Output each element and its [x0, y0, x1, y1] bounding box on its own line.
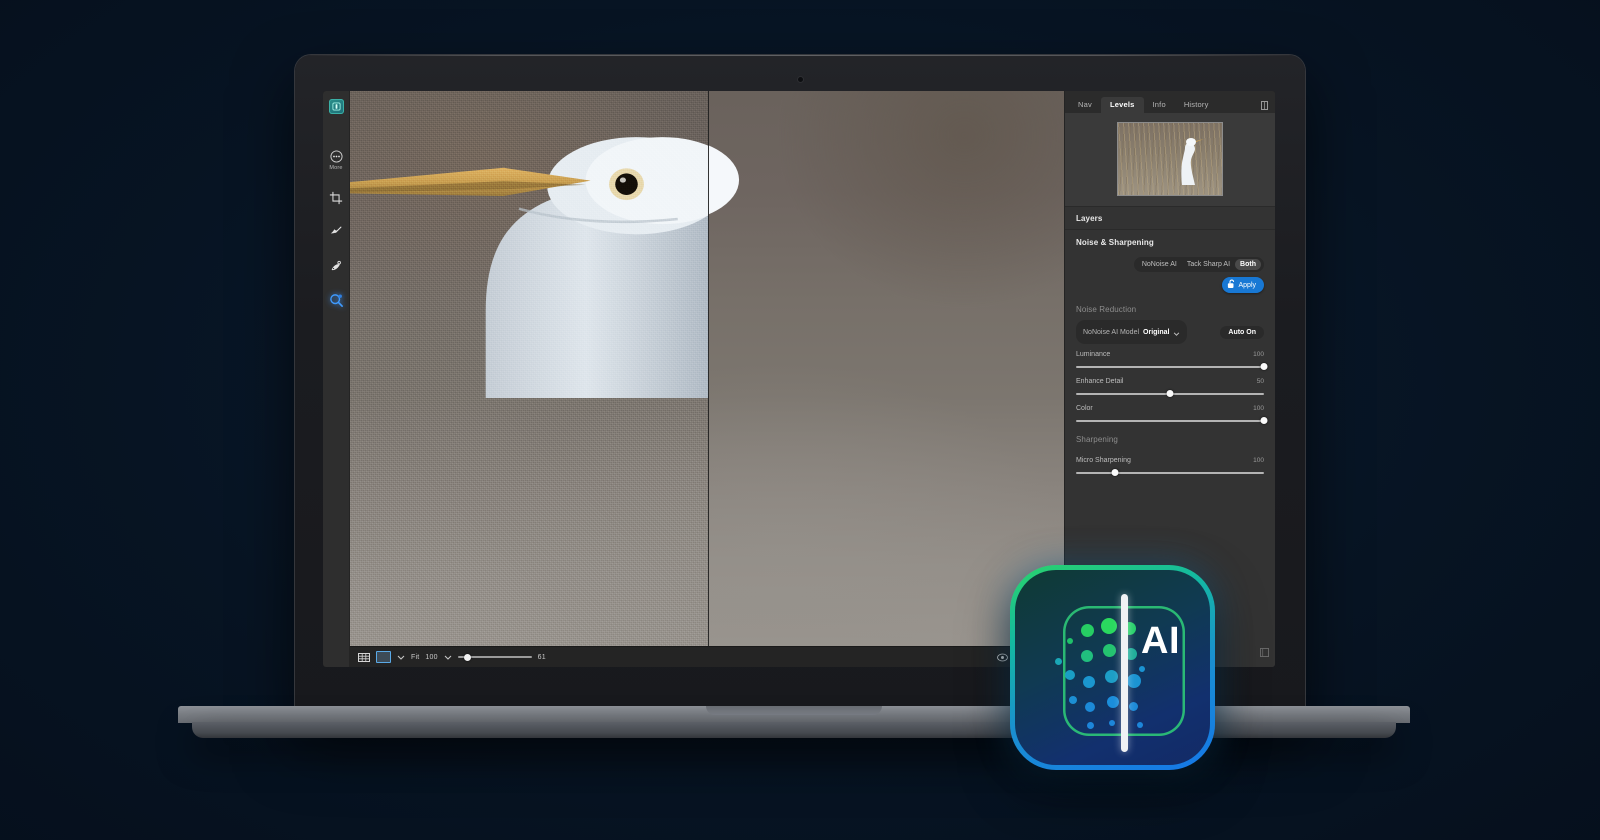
- tool-stamp[interactable]: [324, 259, 348, 273]
- app-icon-inner: AI: [1015, 570, 1210, 765]
- zoom-slider[interactable]: [457, 652, 532, 662]
- sharpening-header: Sharpening: [1076, 435, 1118, 444]
- base-bottom-edge: [192, 722, 1396, 738]
- segment-both[interactable]: Both: [1235, 259, 1261, 270]
- slider-micro-sharpening-track[interactable]: [1076, 468, 1264, 477]
- laptop-base: [178, 706, 1410, 742]
- model-label: NoNoise AI Model: [1083, 328, 1140, 336]
- single-view-icon[interactable]: [376, 651, 391, 663]
- webcam-icon: [797, 77, 803, 82]
- zoom-value[interactable]: 100: [425, 654, 437, 661]
- stamp-icon: [329, 259, 343, 273]
- canvas-half-before: [350, 91, 709, 646]
- heal-brush-icon: [329, 225, 343, 239]
- slider-color-track[interactable]: [1076, 416, 1268, 425]
- tab-nav[interactable]: Nav: [1069, 97, 1101, 113]
- tool-more-label: More: [329, 165, 343, 171]
- zoom-chevron-down-icon[interactable]: [444, 655, 452, 660]
- noise-reduction-header: Noise Reduction: [1076, 305, 1137, 314]
- layers-section-header[interactable]: Layers: [1065, 206, 1275, 230]
- resize-handle-icon[interactable]: [1260, 644, 1269, 662]
- unlock-icon: [1227, 279, 1236, 291]
- slider-micro-sharpening: Micro Sharpening 100: [1065, 450, 1275, 477]
- tool-rail: More: [323, 91, 350, 667]
- base-notch: [706, 706, 882, 715]
- scene-background: More Fit 100 61 Nav Levels Info History …: [0, 0, 1600, 840]
- crop-icon: [329, 191, 343, 205]
- slider-enhance-detail-label: Enhance Detail: [1076, 378, 1124, 385]
- tool-crop[interactable]: [324, 191, 348, 205]
- tab-levels[interactable]: Levels: [1100, 97, 1144, 113]
- app-icon-badge: AI: [1010, 565, 1215, 770]
- slider-color-value: 100: [1253, 405, 1264, 412]
- apply-label: Apply: [1238, 281, 1256, 289]
- slider-luminance: Luminance 100: [1065, 344, 1275, 371]
- segment-nonoise-ai[interactable]: NoNoise AI: [1137, 259, 1182, 270]
- thumbnail-egret-icon: [1181, 138, 1204, 185]
- model-value: Original: [1143, 328, 1170, 336]
- slider-enhance-detail: Enhance Detail 50: [1065, 371, 1275, 398]
- app-icon-divider: [1121, 594, 1128, 752]
- view-chevron-down-icon[interactable]: [397, 655, 405, 660]
- slider-luminance-value: 100: [1253, 351, 1264, 358]
- mode-segmented-control: NoNoise AI Tack Sharp AI Both: [1133, 257, 1264, 272]
- canvas-half-after: [708, 91, 1064, 646]
- noise-sharpening-module: Noise & Sharpening NoNoise AI Tack Sharp…: [1065, 230, 1275, 295]
- more-ellipsis-icon: [329, 150, 343, 163]
- zoom-slider-value: 61: [537, 653, 546, 661]
- slider-luminance-track[interactable]: [1076, 362, 1268, 371]
- slider-micro-sharpening-label: Micro Sharpening: [1076, 457, 1131, 464]
- apply-button[interactable]: Apply: [1222, 277, 1264, 293]
- tab-history[interactable]: History: [1175, 97, 1218, 113]
- fit-label: Fit: [411, 653, 420, 661]
- panel-layout-icon[interactable]: [1261, 101, 1271, 113]
- egret-photo-after: [708, 145, 739, 215]
- slider-micro-sharpening-value: 100: [1253, 457, 1264, 464]
- grid-view-icon[interactable]: [358, 652, 370, 662]
- slider-luminance-label: Luminance: [1076, 351, 1111, 358]
- before-after-split-handle[interactable]: [708, 91, 710, 646]
- app-icon-ai-text: AI: [1141, 620, 1180, 662]
- tool-heal[interactable]: [324, 225, 348, 239]
- panel-tabs: Nav Levels Info History: [1065, 91, 1275, 113]
- slider-color: Color 100: [1065, 398, 1275, 425]
- slider-enhance-detail-value: 50: [1256, 378, 1264, 385]
- tab-info[interactable]: Info: [1144, 97, 1175, 113]
- preview-eye-icon[interactable]: [997, 653, 1008, 662]
- model-control-row: NoNoise AI Model Original Auto On: [1065, 320, 1275, 344]
- segment-tack-sharp-ai[interactable]: Tack Sharp AI: [1182, 259, 1235, 270]
- magnifier-icon: [329, 293, 344, 308]
- slider-enhance-detail-track[interactable]: [1076, 389, 1264, 398]
- navigator-preview[interactable]: [1065, 113, 1275, 206]
- app-logo-icon[interactable]: [328, 99, 344, 114]
- slider-color-label: Color: [1076, 405, 1093, 412]
- auto-on-button[interactable]: Auto On: [1220, 325, 1264, 339]
- module-title: Noise & Sharpening: [1076, 238, 1154, 247]
- navigator-thumbnail: [1117, 122, 1223, 196]
- tool-more[interactable]: More: [324, 150, 348, 171]
- canvas-area: Fit 100 61 A: [350, 91, 1064, 667]
- image-canvas[interactable]: [350, 91, 1064, 646]
- chevron-down-icon: [1173, 323, 1180, 341]
- nonoise-model-dropdown[interactable]: NoNoise AI Model Original: [1076, 320, 1188, 344]
- tool-magnifier[interactable]: [324, 293, 348, 308]
- bottom-toolbar: Fit 100 61 A: [350, 646, 1064, 667]
